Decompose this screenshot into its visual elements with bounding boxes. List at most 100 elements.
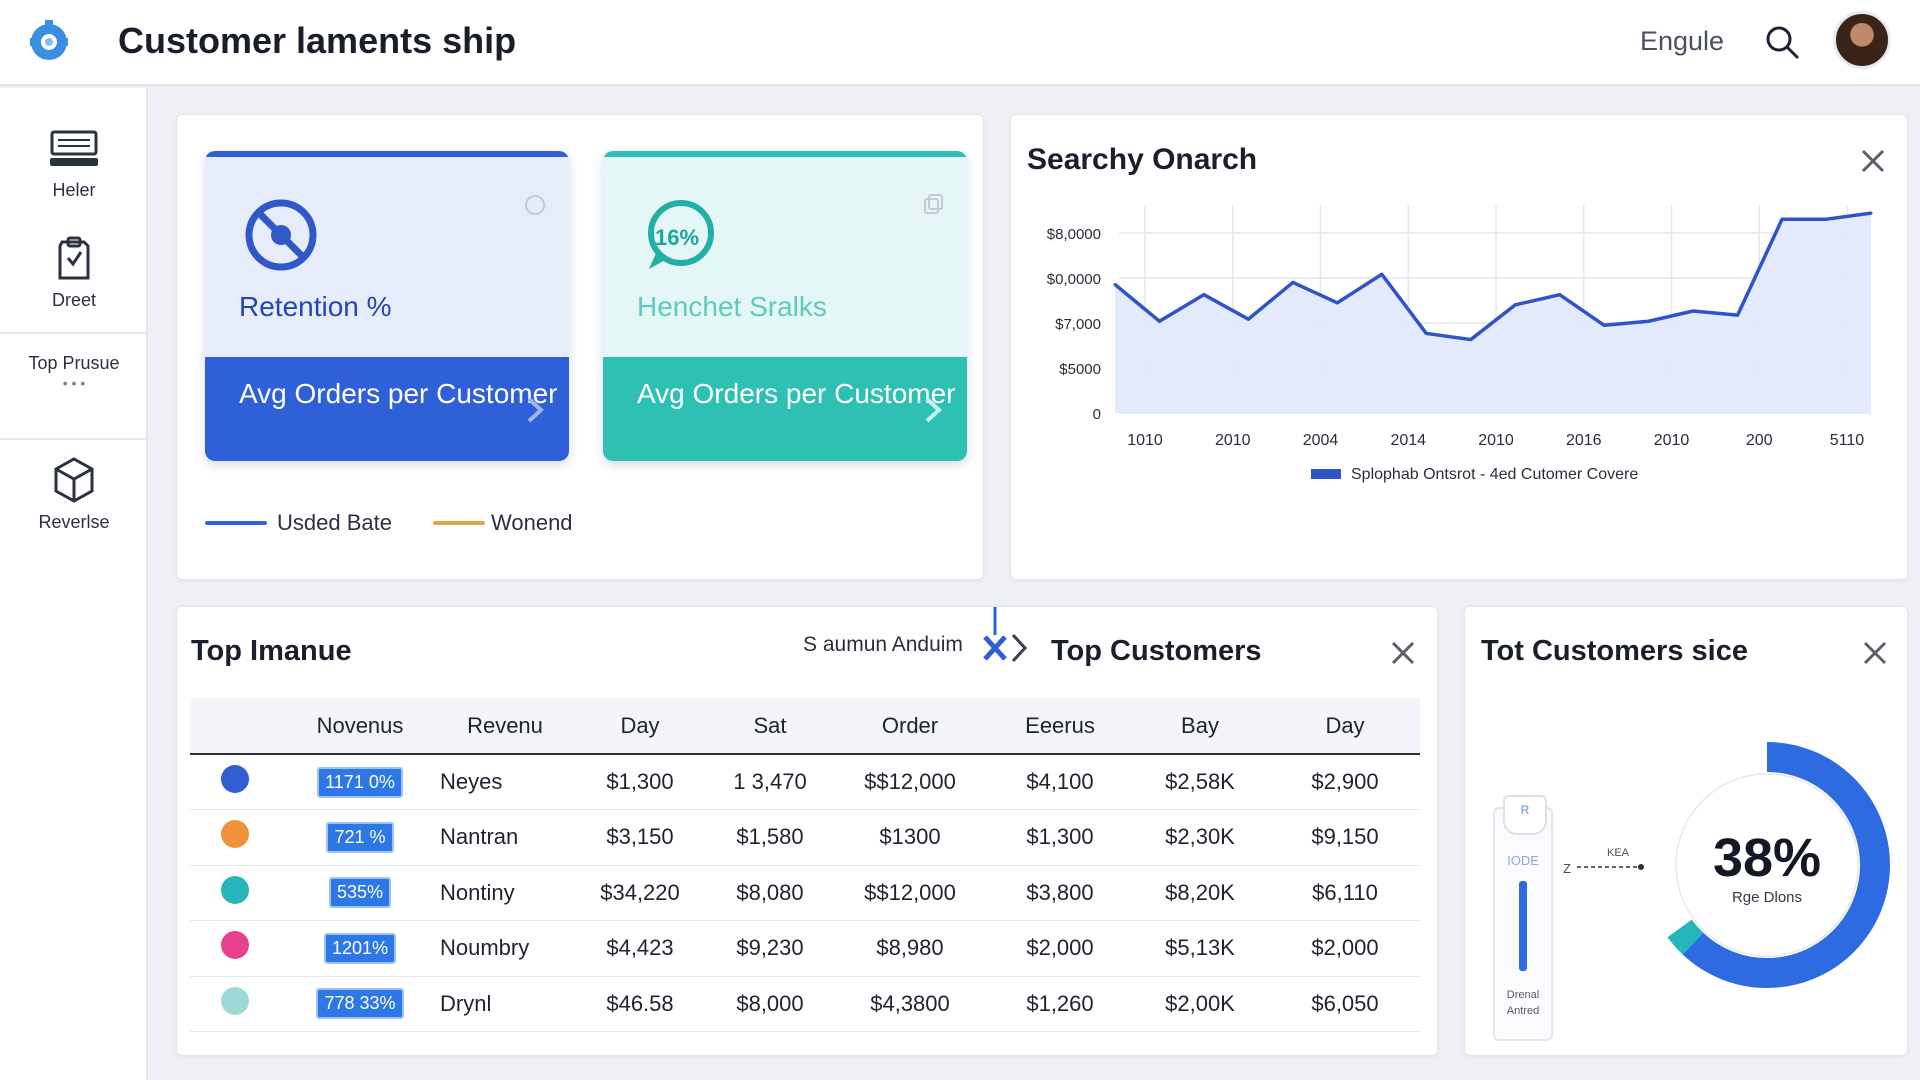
kpi-label: Henchet Sralks: [637, 291, 827, 322]
kpi-label: Retention %: [239, 291, 392, 322]
x-tick-label: 5110: [1830, 432, 1865, 449]
column-header[interactable]: Order: [830, 698, 990, 755]
data-point: [1380, 272, 1384, 276]
table-row[interactable]: 1171 0% Neyes $1,300 1 3,470 $$12,000 $4,100 $…: [190, 754, 1420, 810]
series-area: [1115, 213, 1871, 413]
row-color-dot: [190, 920, 280, 977]
settings-icon[interactable]: [523, 193, 547, 217]
data-point: [1691, 309, 1695, 313]
data-point: [1780, 217, 1784, 221]
table-cell: $8,000: [710, 976, 830, 1032]
filter-label[interactable]: S aumun Anduim: [803, 633, 963, 657]
kpi-card-henchet[interactable]: 16% Henchet Sralks Avg Orders per Custom…: [603, 151, 967, 461]
column-header[interactable]: Novenus: [280, 698, 440, 755]
data-point: [1424, 331, 1428, 335]
table-cell: $6,050: [1270, 976, 1420, 1032]
row-badge: 535%: [280, 865, 440, 921]
data-point: [1736, 313, 1740, 317]
kpi-card-header: Retention %: [205, 151, 569, 357]
y-tick-label: $0,0000: [1047, 271, 1101, 288]
y-tick-label: $7,000: [1055, 316, 1101, 333]
x-tick-label: 200: [1746, 432, 1773, 449]
column-header[interactable]: Day: [570, 698, 710, 755]
status-dot-icon: [221, 820, 249, 849]
kpi-card-retention[interactable]: Retention % Avg Orders per Customer: [205, 151, 569, 461]
chevron-right-icon[interactable]: [919, 395, 945, 425]
data-point: [1647, 319, 1651, 323]
data-point: [1113, 282, 1117, 286]
percent-badge: 1171 0%: [317, 766, 403, 798]
x-tick-label: 2016: [1566, 432, 1602, 449]
device-caption: Antred: [1506, 1005, 1540, 1017]
column-header[interactable]: Sat: [710, 698, 830, 755]
avatar[interactable]: [1833, 11, 1891, 69]
device-gauge: R IODE Drenal Antred: [1493, 795, 1553, 1041]
row-color-dot: [190, 754, 280, 810]
device-caption: Drenal: [1506, 989, 1540, 1001]
row-color-dot: [190, 865, 280, 921]
column-header[interactable]: Eeerus: [990, 698, 1130, 755]
table-cell: $46.58: [570, 976, 710, 1032]
chevron-right-icon[interactable]: [521, 395, 547, 425]
kpi-panel: Retention % Avg Orders per Customer 16% …: [176, 114, 984, 580]
language-selector[interactable]: Engule: [1640, 26, 1724, 57]
donut-panel: Tot Customers sice R IODE Drenal Antred …: [1464, 606, 1908, 1056]
table-cell: $3,150: [570, 809, 710, 866]
device-level: [1519, 881, 1527, 971]
data-point: [1602, 323, 1606, 327]
close-icon[interactable]: [1857, 145, 1889, 177]
row-name: Noumbry: [440, 920, 570, 977]
table-row[interactable]: 535% Nontiny $34,220 $8,080 $$12,000 $3,800 $8…: [190, 865, 1420, 921]
row-badge: 721 %: [280, 809, 440, 866]
gear-logo-icon[interactable]: [26, 18, 72, 64]
sidebar-item-label: Reverlse: [38, 512, 110, 532]
sidebar-item-top-prusue[interactable]: Top Prusue • • •: [14, 350, 134, 390]
percent-badge: 778 33%: [316, 988, 404, 1020]
x-tick-label: 2010: [1478, 432, 1514, 449]
table-row[interactable]: 1201% Noumbry $4,423 $9,230 $8,980 $2,000 $5,1…: [190, 920, 1420, 977]
kpi-footer-label: Avg Orders per Customer: [637, 378, 956, 409]
search-icon[interactable]: [1762, 22, 1802, 62]
status-dot-icon: [221, 765, 249, 793]
sidebar-item-heler[interactable]: Heler: [0, 128, 148, 201]
table-cell: $2,30K: [1130, 809, 1270, 866]
y-tick-label: 0: [1093, 406, 1101, 423]
column-header[interactable]: Bay: [1130, 698, 1270, 755]
data-point: [1869, 211, 1873, 215]
close-icon[interactable]: [1859, 637, 1891, 669]
table-row[interactable]: 778 33% Drynl $46.58 $8,000 $4,3800 $1,260 $2,…: [190, 976, 1420, 1032]
device-cap: R: [1503, 795, 1547, 835]
status-dot-icon: [221, 875, 249, 904]
keyboard-icon: [50, 130, 98, 166]
status-dot-icon: [221, 986, 249, 1015]
status-dot-icon: [221, 931, 249, 960]
table-row[interactable]: 721 % Nantran $3,150 $1,580 $1300 $1,300 $2,30…: [190, 809, 1420, 866]
table-cell: $2,900: [1270, 754, 1420, 810]
y-tick-label: $8,0000: [1047, 226, 1101, 243]
sidebar-item-label: Heler: [52, 180, 96, 200]
donut-value: 38%: [1712, 828, 1822, 888]
column-header[interactable]: Revenu: [440, 698, 570, 755]
copy-icon[interactable]: [921, 193, 945, 217]
page-title: Customer laments ship: [118, 20, 517, 61]
data-point: [1157, 319, 1161, 323]
table-cell: $34,220: [570, 865, 710, 921]
y-tick-label: $5000: [1059, 361, 1101, 378]
kpi-footer-label: Avg Orders per Customer: [239, 378, 558, 409]
column-header[interactable]: Day: [1270, 698, 1420, 755]
row-name: Nantran: [440, 809, 570, 866]
data-point: [1513, 303, 1517, 307]
x-tick-label: 1010: [1127, 432, 1163, 449]
sidebar-item-label: Dreet: [51, 290, 96, 310]
data-point: [1202, 293, 1206, 297]
panel-title: Top Imanue: [191, 635, 352, 667]
sidebar-item-dreet[interactable]: Dreet: [0, 236, 148, 311]
table-cell: $3,800: [990, 865, 1130, 921]
cross-chevron-icon[interactable]: [981, 607, 1033, 673]
data-point: [1469, 338, 1473, 342]
table-cell: $2,00K: [1130, 976, 1270, 1032]
kpi-card-footer: Avg Orders per Customer: [603, 357, 967, 461]
sidebar-item-reverlse[interactable]: Reverlse: [0, 456, 148, 533]
close-icon[interactable]: [1387, 637, 1419, 669]
sidebar-divider: [0, 438, 148, 440]
